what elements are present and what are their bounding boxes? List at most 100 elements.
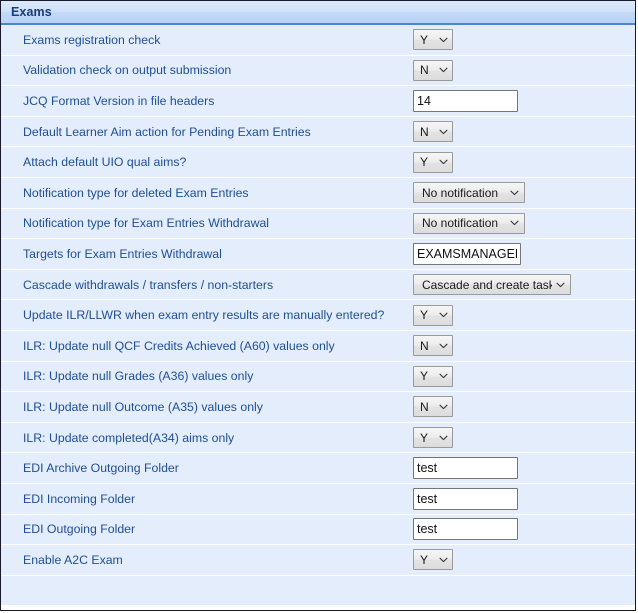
table-row: Exams registration check Y	[1, 25, 635, 56]
table-row: ILR: Update null QCF Credits Achieved (A…	[1, 330, 635, 362]
setting-label-exams-registration-check: Exams registration check	[23, 32, 161, 47]
input-targets-for-exam-entries-withdrawal[interactable]	[413, 242, 521, 265]
setting-label-edi-archive-outgoing-folder: EDI Archive Outgoing Folder	[23, 461, 179, 476]
setting-control-cell	[413, 576, 635, 606]
select-default-learner-aim-action-for-pending-exam-entr[interactable]: N	[413, 121, 453, 143]
select-value: N	[420, 124, 429, 139]
select-value: Y	[420, 308, 429, 323]
setting-label-cascade-withdrawals-transfers-non-starters: Cascade withdrawals / transfers / non-st…	[23, 277, 274, 292]
table-row: Attach default UIO qual aims? Y	[1, 147, 635, 178]
setting-control-cell	[413, 86, 635, 116]
setting-label-ilr-update-null-outcome-a35-values-only: ILR: Update null Outcome (A35) values on…	[23, 399, 263, 414]
setting-label-jcq-format-version-in-file-headers: JCQ Format Version in file headers	[23, 93, 215, 108]
select-ilr-update-completed-a34-aims-only[interactable]: Y	[413, 427, 453, 449]
setting-control-cell	[413, 484, 635, 514]
chevron-down-icon	[439, 67, 448, 73]
table-row: Cascade withdrawals / transfers / non-st…	[1, 269, 635, 301]
page-title: Exams	[11, 5, 52, 19]
select-attach-default-uio-qual-aims[interactable]: Y	[413, 151, 453, 173]
select-ilr-update-null-qcf-credits-achieved-a60-values-[interactable]: N	[413, 335, 453, 357]
setting-control-cell: No notification	[413, 209, 635, 239]
chevron-down-icon	[439, 435, 448, 441]
setting-control-cell: Y	[413, 147, 635, 177]
table-row: Enable A2C Exam Y	[1, 545, 635, 576]
select-value: N	[420, 63, 429, 78]
setting-control-cell: No notification	[413, 178, 635, 208]
table-row: EDI Outgoing Folder	[1, 514, 635, 546]
table-row: ILR: Update null Grades (A36) values onl…	[1, 361, 635, 393]
select-validation-check-on-output-submission[interactable]: N	[413, 59, 453, 81]
select-value: No notification	[422, 185, 499, 200]
chevron-down-icon	[556, 282, 565, 288]
chevron-down-icon	[439, 129, 448, 135]
table-row	[1, 575, 635, 607]
table-row: ILR: Update completed(A34) aims only Y	[1, 422, 635, 454]
setting-label-notification-type-for-exam-entries-withdrawal: Notification type for Exam Entries Withd…	[23, 216, 270, 231]
panel-header: Exams	[1, 1, 635, 25]
select-value: Cascade and create task	[422, 277, 552, 292]
setting-label-update-ilr-llwr-when-exam-entry-results-are-manu: Update ILR/LLWR when exam entry results …	[23, 308, 385, 323]
select-notification-type-for-exam-entries-withdrawal[interactable]: No notification	[413, 212, 525, 234]
chevron-down-icon	[439, 312, 448, 318]
table-row: Update ILR/LLWR when exam entry results …	[1, 300, 635, 331]
select-value: No notification	[422, 216, 499, 231]
select-notification-type-for-deleted-exam-entries[interactable]: No notification	[413, 182, 525, 204]
chevron-down-icon	[439, 37, 448, 43]
exams-settings-panel: Exams Exams registration check Y Validatio…	[0, 0, 636, 611]
select-value: Y	[420, 430, 429, 445]
table-row: ILR: Update null Outcome (A35) values on…	[1, 392, 635, 423]
table-row: Notification type for Exam Entries Withd…	[1, 208, 635, 240]
select-value: N	[420, 338, 429, 353]
setting-label-enable-a2c-exam: Enable A2C Exam	[23, 552, 123, 567]
setting-label-attach-default-uio-qual-aims: Attach default UIO qual aims?	[23, 155, 187, 170]
input-edi-outgoing-folder[interactable]	[413, 518, 518, 541]
setting-control-cell: N	[413, 392, 635, 422]
setting-label-edi-outgoing-folder: EDI Outgoing Folder	[23, 522, 136, 537]
setting-label-ilr-update-completed-a34-aims-only: ILR: Update completed(A34) aims only	[23, 430, 235, 445]
select-exams-registration-check[interactable]: Y	[413, 29, 453, 51]
setting-control-cell: Cascade and create task	[413, 270, 635, 300]
setting-control-cell: N	[413, 56, 635, 86]
setting-control-cell: Y	[413, 362, 635, 392]
setting-label-default-learner-aim-action-for-pending-exam-entr: Default Learner Aim action for Pending E…	[23, 124, 311, 139]
setting-control-cell: Y	[413, 423, 635, 453]
input-edi-incoming-folder[interactable]	[413, 487, 518, 510]
setting-control-cell: N	[413, 117, 635, 147]
table-row: JCQ Format Version in file headers	[1, 86, 635, 117]
table-row: Notification type for deleted Exam Entri…	[1, 177, 635, 209]
chevron-down-icon	[439, 404, 448, 410]
select-update-ilr-llwr-when-exam-entry-results-are-manu[interactable]: Y	[413, 304, 453, 326]
setting-control-cell	[413, 453, 635, 483]
settings-row-list: Exams registration check Y Validation chec…	[1, 25, 635, 610]
select-cascade-withdrawals-transfers-non-starters[interactable]: Cascade and create task	[413, 274, 571, 296]
setting-label-targets-for-exam-entries-withdrawal: Targets for Exam Entries Withdrawal	[23, 246, 222, 261]
select-value: Y	[420, 32, 429, 47]
table-row: EDI Archive Outgoing Folder	[1, 453, 635, 484]
select-value: Y	[420, 552, 429, 567]
chevron-down-icon	[439, 159, 448, 165]
setting-control-cell	[413, 239, 635, 269]
input-edi-archive-outgoing-folder[interactable]	[413, 457, 518, 480]
input-jcq-format-version-in-file-headers[interactable]	[413, 89, 518, 112]
table-row: Validation check on output submission N	[1, 55, 635, 87]
setting-control-cell: Y	[413, 545, 635, 575]
setting-control-cell: Y	[413, 300, 635, 330]
setting-label-validation-check-on-output-submission: Validation check on output submission	[23, 63, 232, 78]
chevron-down-icon	[439, 373, 448, 379]
select-value: N	[420, 399, 429, 414]
setting-label-edi-incoming-folder: EDI Incoming Folder	[23, 491, 136, 506]
select-ilr-update-null-outcome-a35-values-only[interactable]: N	[413, 396, 453, 418]
chevron-down-icon	[439, 343, 448, 349]
table-row: EDI Incoming Folder	[1, 483, 635, 515]
select-value: Y	[420, 155, 429, 170]
select-value: Y	[420, 369, 429, 384]
setting-control-cell	[413, 515, 635, 545]
setting-label-ilr-update-null-grades-a36-values-only: ILR: Update null Grades (A36) values onl…	[23, 369, 254, 384]
chevron-down-icon	[439, 557, 448, 563]
select-enable-a2c-exam[interactable]: Y	[413, 549, 453, 571]
setting-label-ilr-update-null-qcf-credits-achieved-a60-values-: ILR: Update null QCF Credits Achieved (A…	[23, 338, 335, 353]
chevron-down-icon	[510, 190, 519, 196]
select-ilr-update-null-grades-a36-values-only[interactable]: Y	[413, 365, 453, 387]
table-row: Targets for Exam Entries Withdrawal	[1, 239, 635, 270]
setting-control-cell: Y	[413, 25, 635, 55]
